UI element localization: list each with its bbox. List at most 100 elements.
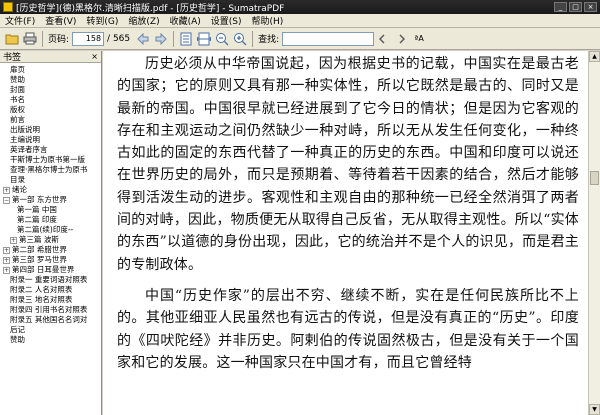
bookmark-label: 出版说明	[10, 125, 40, 134]
bookmark-item[interactable]: 第二篇 印度	[0, 215, 101, 225]
menu-file[interactable]: 文件(F)	[0, 14, 40, 27]
fit-width-icon[interactable]	[196, 31, 212, 47]
paragraph: 中国“历史作家”的层出不穷、继续不断，实在是任何民族所比不上的。其他亚细亚人民虽…	[117, 287, 579, 371]
bookmark-label: 第二篇 印度	[17, 215, 57, 224]
bookmark-label: 第三篇 波斯	[19, 235, 59, 244]
menu-view[interactable]: 查看(V)	[40, 14, 81, 27]
bookmark-item[interactable]: 目录	[0, 175, 101, 185]
bookmark-item[interactable]: + 第二部 希腊世界	[0, 245, 101, 255]
bookmark-item[interactable]: 封面	[0, 85, 101, 95]
bookmark-item[interactable]: 出版说明	[0, 125, 101, 135]
bookmark-label: 赞助	[10, 335, 25, 344]
bookmark-item[interactable]: 赞助	[0, 335, 101, 345]
find-label: 查找:	[258, 35, 280, 45]
bookmark-label: 附录三 地名对照表	[10, 295, 73, 304]
bookmark-label: 干斯博士为原书第一版	[10, 155, 85, 164]
bookmark-item[interactable]: 附录五 其他国名名词对	[0, 315, 101, 325]
toolbar-separator	[252, 30, 254, 47]
expand-icon[interactable]: +	[3, 186, 10, 194]
sidebar-close-icon[interactable]: ×	[91, 52, 98, 61]
bookmark-item[interactable]: 附录一 重要词语对照表	[0, 275, 101, 285]
page-total: / 565	[107, 33, 131, 44]
bookmark-item[interactable]: 英译者序言	[0, 145, 101, 155]
bookmark-item[interactable]: + 第四部 日耳曼世界	[0, 265, 101, 275]
bookmark-item[interactable]: + 第三篇 波斯	[0, 235, 101, 245]
bookmark-label: 第二篇(续)印度--	[17, 225, 74, 234]
zoom-out-icon[interactable]	[214, 31, 230, 47]
toolbar-separator	[173, 30, 175, 47]
scroll-up-icon[interactable]: ▲	[589, 51, 600, 62]
expand-icon[interactable]: +	[3, 246, 10, 254]
bookmark-item[interactable]: 第一篇 中国	[0, 205, 101, 215]
find-next-icon[interactable]	[393, 31, 409, 47]
paragraph: 历史必须从中华帝国说起，因为根据史书的记载，中国实在是最古老的国家；它的原则又具…	[117, 56, 579, 273]
app-icon	[3, 2, 13, 12]
match-case-icon[interactable]: ªA	[411, 31, 427, 47]
menu-settings[interactable]: 设置(S)	[206, 14, 247, 27]
bookmark-item[interactable]: − 第一部 东方世界	[0, 195, 101, 205]
bookmark-item[interactable]: 干斯博士为原书第一版	[0, 155, 101, 165]
bookmark-label: 前言	[10, 115, 25, 124]
bookmark-item[interactable]: + 第三部 罗马世界	[0, 255, 101, 265]
sidebar-header: 书签 ×	[0, 51, 101, 63]
bookmark-item[interactable]: 附录四 引用书名对照表	[0, 305, 101, 315]
close-button[interactable]: ×	[584, 2, 597, 12]
open-folder-icon[interactable]	[4, 31, 20, 47]
bookmark-label: 第一篇 中国	[17, 205, 57, 214]
menu-favorites[interactable]: 收藏(A)	[165, 14, 206, 27]
menu-help[interactable]: 帮助(H)	[247, 14, 289, 27]
bookmark-label: 附录二 人名对照表	[10, 285, 73, 294]
bookmark-tree: 扉页 赞助 封面 书名 版权 前言 出版说明 主编说明 英译者序言 干斯博士为原书第一版 查理·黑格…	[0, 63, 101, 345]
fit-page-icon[interactable]	[178, 31, 194, 47]
bookmark-item[interactable]: 前言	[0, 115, 101, 125]
expand-icon[interactable]: +	[3, 266, 10, 274]
bookmark-label: 第三部 罗马世界	[12, 255, 67, 264]
scroll-down-icon[interactable]: ▼	[589, 404, 600, 415]
bookmark-label: 绪论	[12, 185, 27, 194]
collapse-icon[interactable]: −	[3, 196, 10, 204]
bookmark-item[interactable]: + 绪论	[0, 185, 101, 195]
bookmark-item[interactable]: 主编说明	[0, 135, 101, 145]
bookmark-item[interactable]: 附录二 人名对照表	[0, 285, 101, 295]
toolbar-separator	[42, 30, 43, 47]
find-previous-icon[interactable]	[375, 31, 391, 47]
expand-icon[interactable]: +	[10, 236, 17, 244]
bookmark-label: 附录一 重要词语对照表	[10, 275, 88, 284]
bookmark-label: 赞助	[10, 75, 25, 84]
menu-zoom[interactable]: 缩放(Z)	[123, 14, 164, 27]
document-view[interactable]: 历史必须从中华帝国说起，因为根据史书的记载，中国实在是最古老的国家；它的原则又具…	[103, 51, 588, 415]
bookmark-label: 英译者序言	[10, 145, 48, 154]
next-page-icon[interactable]	[153, 31, 169, 47]
bookmark-label: 第四部 日耳曼世界	[12, 265, 75, 274]
scrollbar-thumb[interactable]	[590, 171, 599, 185]
bookmarks-sidebar: 书签 × 扉页 赞助 封面 书名 版权 前言 出版说明 主编说明 英译者序言 干斯博士为原书第一版…	[0, 51, 102, 415]
expand-icon[interactable]: +	[3, 256, 10, 264]
bookmark-item[interactable]: 扉页	[0, 65, 101, 75]
vertical-scrollbar[interactable]: ▲ ▼	[588, 51, 600, 415]
menu-goto[interactable]: 转到(G)	[81, 14, 123, 27]
bookmark-item[interactable]: 查理·黑格尔博士为原书	[0, 165, 101, 175]
sidebar-title: 书签	[3, 53, 22, 63]
maximize-button[interactable]: □	[569, 2, 582, 12]
bookmark-item[interactable]: 第二篇(续)印度--	[0, 225, 101, 235]
bookmark-item[interactable]: 赞助	[0, 75, 101, 85]
previous-page-icon[interactable]	[135, 31, 151, 47]
minimize-button[interactable]: _	[554, 2, 567, 12]
bookmark-label: 第二部 希腊世界	[12, 245, 67, 254]
bookmark-label: 附录四 引用书名对照表	[10, 305, 88, 314]
bookmark-item[interactable]: 版权	[0, 105, 101, 115]
bookmark-item[interactable]: 后记	[0, 325, 101, 335]
toolbar: 页码: / 565 查找: ªA	[0, 28, 600, 50]
menu-bar: 文件(F) 查看(V) 转到(G) 缩放(Z) 收藏(A) 设置(S) 帮助(H…	[0, 14, 600, 28]
find-input[interactable]	[282, 31, 375, 46]
bookmark-item[interactable]: 书名	[0, 95, 101, 105]
print-icon[interactable]	[22, 31, 38, 47]
bookmark-label: 版权	[10, 105, 25, 114]
window-title: [历史哲学](德)黑格尔.清晰扫描版.pdf - [历史哲学] - Sumatr…	[16, 3, 285, 14]
bookmark-label: 目录	[10, 175, 25, 184]
bookmark-item[interactable]: 附录三 地名对照表	[0, 295, 101, 305]
page-number-input[interactable]	[72, 31, 105, 46]
page-label: 页码:	[48, 35, 70, 45]
bookmark-label: 扉页	[10, 65, 25, 74]
zoom-in-icon[interactable]	[232, 31, 248, 47]
